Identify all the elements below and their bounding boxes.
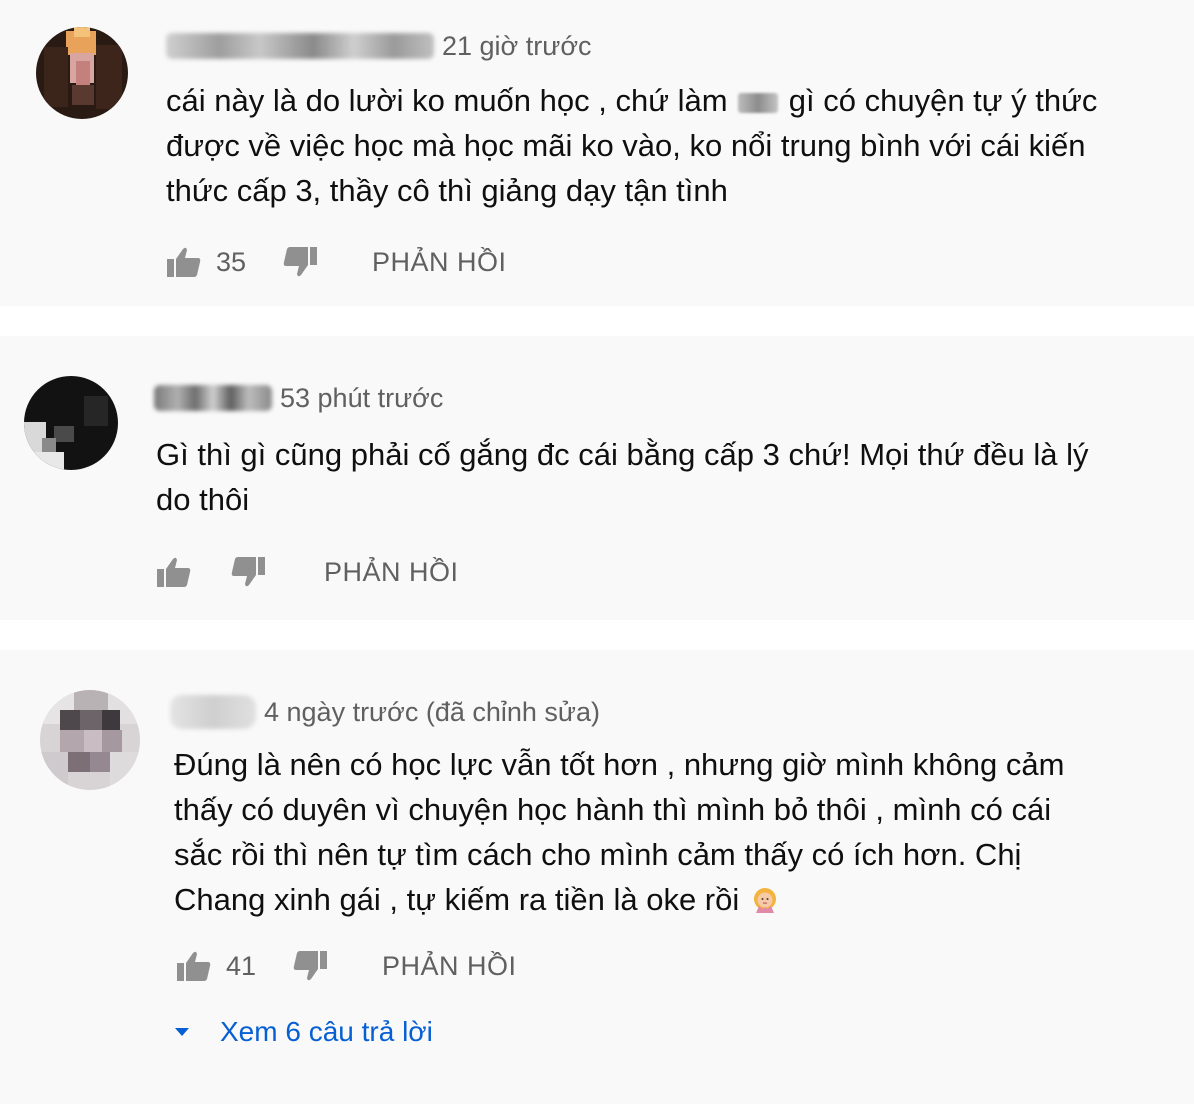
comment-actions: 41 PHẢN HỒI bbox=[174, 946, 517, 986]
thumbs-up-icon bbox=[157, 557, 191, 587]
reply-button[interactable]: PHẢN HỒI bbox=[372, 247, 507, 278]
like-button[interactable] bbox=[154, 552, 194, 592]
comment-timestamp[interactable]: 21 giờ trước bbox=[442, 31, 592, 62]
caret-down-icon bbox=[175, 1028, 189, 1036]
comment-text-part: cái này là do lười ko muốn học , chứ làm bbox=[166, 83, 728, 118]
thumbs-down-icon bbox=[283, 247, 317, 277]
comment-actions: 35 PHẢN HỒI bbox=[164, 242, 507, 282]
comment-actions: PHẢN HỒI bbox=[154, 552, 459, 592]
avatar[interactable] bbox=[36, 27, 128, 119]
comment-text: cái này là do lười ko muốn học , chứ làm… bbox=[166, 78, 1126, 213]
thumbs-up-icon bbox=[177, 951, 211, 981]
comment-timestamp[interactable]: 53 phút trước bbox=[280, 383, 443, 414]
thumbs-up-icon bbox=[167, 247, 201, 277]
dislike-button[interactable] bbox=[290, 946, 330, 986]
comment-timestamp[interactable]: 4 ngày trước (đã chỉnh sửa) bbox=[264, 697, 600, 728]
dislike-button[interactable] bbox=[280, 242, 320, 282]
comment-text-part: Đúng là nên có học lực vẫn tốt hơn , như… bbox=[174, 747, 1065, 917]
view-replies-label: Xem 6 câu trả lời bbox=[220, 1016, 433, 1047]
view-replies-button[interactable]: Xem 6 câu trả lời bbox=[172, 1010, 433, 1054]
author-name[interactable] bbox=[170, 695, 256, 729]
comment-meta: 21 giờ trước bbox=[166, 26, 592, 66]
like-button[interactable] bbox=[174, 946, 214, 986]
comment-meta: 4 ngày trước (đã chỉnh sửa) bbox=[170, 692, 600, 732]
comment-text: Gì thì gì cũng phải cố gắng đc cái bằng … bbox=[156, 437, 1089, 517]
comment-thread-2: 53 phút trước Gì thì gì cũng phải cố gắn… bbox=[0, 336, 1194, 620]
pixelated-avatar-icon bbox=[40, 690, 140, 790]
reply-button[interactable]: PHẢN HỒI bbox=[382, 951, 517, 982]
author-name[interactable] bbox=[166, 33, 434, 59]
reply-button[interactable]: PHẢN HỒI bbox=[324, 557, 459, 588]
avatar[interactable] bbox=[24, 376, 118, 470]
like-count: 41 bbox=[226, 950, 257, 981]
like-count: 35 bbox=[216, 246, 247, 277]
comment-text: Đúng là nên có học lực vẫn tốt hơn , như… bbox=[174, 742, 1084, 922]
like-button[interactable] bbox=[164, 242, 204, 282]
censored-word bbox=[738, 92, 779, 113]
comment-meta: 53 phút trước bbox=[154, 378, 443, 418]
thumbs-down-icon bbox=[293, 951, 327, 981]
person-gesturing-no-emoji-icon bbox=[753, 888, 776, 913]
avatar[interactable] bbox=[40, 690, 140, 790]
author-name[interactable] bbox=[154, 385, 272, 411]
dislike-button[interactable] bbox=[228, 552, 268, 592]
pixelated-avatar-icon bbox=[24, 376, 118, 470]
thumbs-down-icon bbox=[231, 557, 265, 587]
comment-thread-1: 21 giờ trước cái này là do lười ko muốn … bbox=[0, 0, 1194, 306]
pixelated-avatar-icon bbox=[36, 27, 128, 119]
